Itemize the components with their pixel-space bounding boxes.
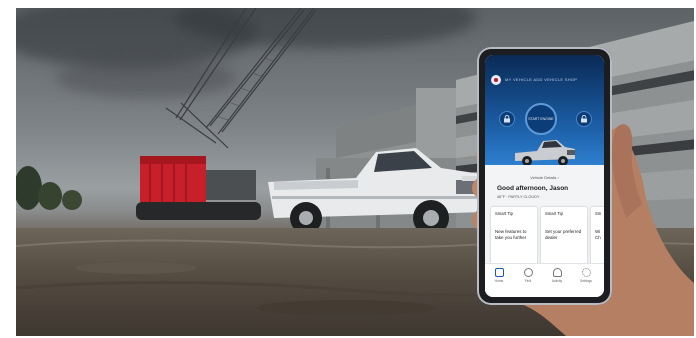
vehicle-details-link[interactable]: Vehicle Details ›	[485, 175, 604, 180]
vehicle-image	[515, 140, 575, 166]
car-icon	[494, 268, 504, 277]
trees	[16, 166, 82, 210]
greeting-text: Good afternoon, Jason	[497, 185, 569, 192]
card-title: Smart Tip	[545, 211, 563, 216]
lock-button[interactable]	[499, 111, 515, 127]
unlock-button[interactable]	[576, 111, 592, 127]
card-text: Set your preferred dealer	[545, 229, 582, 240]
card-title: Smart Tip	[495, 211, 513, 216]
brand-logo-icon	[491, 75, 501, 85]
tab-label: Activity	[551, 279, 563, 283]
smart-tip-card[interactable]: Smart Tip Set your preferred dealer	[541, 207, 587, 265]
gear-icon	[581, 268, 591, 277]
phone-screen: MY VEHICLE ADD VEHICLE SHOP START ENGINE	[485, 55, 604, 297]
tab-settings[interactable]: Settings	[574, 268, 598, 283]
remote-start-button[interactable]: START ENGINE	[525, 103, 557, 135]
tab-label: Home	[494, 279, 504, 283]
person-icon	[552, 268, 562, 277]
start-label: START ENGINE	[528, 117, 554, 121]
smart-tip-card[interactable]: Sm Wi Ch	[591, 207, 604, 265]
tab-label: Find	[524, 279, 532, 283]
bottom-tab-bar: Home Find Activity Settings	[485, 263, 604, 297]
tab-find[interactable]: Find	[516, 268, 540, 283]
tab-activity[interactable]: Activity	[545, 268, 569, 283]
unlock-icon	[581, 115, 587, 123]
card-text: Wi Ch	[595, 229, 601, 240]
app-header: MY VEHICLE ADD VEHICLE SHOP START ENGINE	[485, 55, 604, 166]
card-title: Sm	[595, 211, 602, 216]
lock-icon	[504, 115, 510, 123]
card-text: New features to take you further	[495, 229, 527, 240]
tab-label: Settings	[580, 279, 592, 283]
weather-text: 46°F · PARTLY CLOUDY	[497, 195, 540, 199]
smart-tip-card[interactable]: Smart Tip New features to take you furth…	[491, 207, 537, 265]
location-pin-icon	[523, 268, 533, 277]
nav-links[interactable]: MY VEHICLE ADD VEHICLE SHOP	[505, 77, 577, 82]
tab-home[interactable]: Home	[487, 268, 511, 283]
